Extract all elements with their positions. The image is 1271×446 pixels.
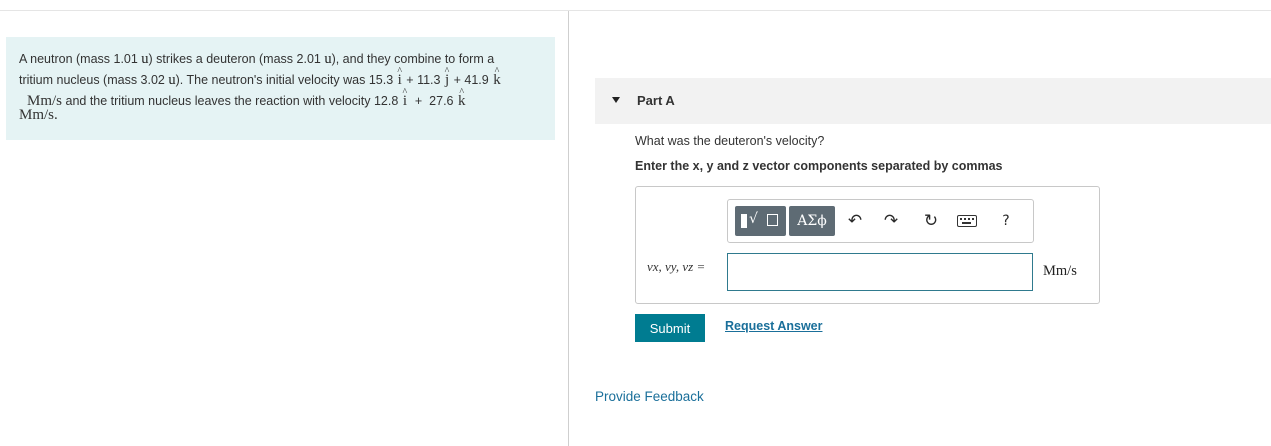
mass-unit: u <box>168 72 176 88</box>
part-a-header[interactable]: Part A <box>595 78 1271 124</box>
unit-vector-k: k <box>492 70 502 91</box>
sqrt-glyph: √ <box>749 211 758 227</box>
instruction-text: Enter the x, y and z vector components s… <box>635 159 1003 173</box>
variable-label: vx, vy, vz = <box>647 259 705 275</box>
greek-symbols-button[interactable]: ΑΣϕ <box>789 206 835 236</box>
keyboard-icon[interactable] <box>957 215 977 227</box>
answer-unit: Mm/s <box>1043 263 1077 279</box>
box-glyph <box>767 214 778 226</box>
problem-line-1: A neutron (mass 1.01 u) strikes a deuter… <box>19 49 543 70</box>
redo-icon[interactable]: ↷ <box>880 210 902 232</box>
templates-button[interactable]: √ <box>735 206 786 236</box>
help-button[interactable]: ? <box>995 210 1017 232</box>
problem-text: ) strikes a deuteron (mass 2.01 <box>148 52 325 66</box>
undo-icon[interactable]: ↶ <box>844 210 866 232</box>
problem-text: A neutron (mass 1.01 <box>19 52 142 66</box>
collapse-caret-icon[interactable] <box>612 97 620 103</box>
problem-line-3: Mm/s and the tritium nucleus leaves the … <box>19 91 543 112</box>
part-title: Part A <box>637 93 675 108</box>
mass-unit: u <box>141 51 149 67</box>
problem-statement: A neutron (mass 1.01 u) strikes a deuter… <box>6 37 555 140</box>
problem-text: ), and they combine to form a <box>331 52 495 66</box>
velocity-unit: Mm/s. <box>19 107 58 123</box>
variable-label-text: vx, vy, vz = <box>647 259 706 274</box>
unit-vector-k: k <box>457 91 467 112</box>
unit-vector-i: i <box>402 91 408 112</box>
question-text: What was the deuteron's velocity? <box>635 134 825 148</box>
reset-icon[interactable]: ↻ <box>920 210 942 232</box>
velocity-component: + 11.3 <box>402 73 444 87</box>
answer-box: √ ΑΣϕ ↶ ↷ ↻ ? vx, vy, vz = Mm/s <box>635 186 1100 304</box>
unit-vector-j: j <box>444 70 450 91</box>
submit-button[interactable]: Submit <box>635 314 705 342</box>
problem-text: ). The neutron's initial velocity was <box>175 73 369 87</box>
velocity-component: + 27.6 <box>407 94 457 108</box>
mass-unit: u <box>324 51 332 67</box>
column-divider <box>568 11 569 446</box>
velocity-component: + 41.9 <box>450 73 493 87</box>
request-answer-link[interactable]: Request Answer <box>725 319 822 333</box>
provide-feedback-link[interactable]: Provide Feedback <box>595 389 704 404</box>
top-divider <box>0 10 1271 11</box>
problem-text: and the tritium nucleus leaves the react… <box>62 94 374 108</box>
problem-text: tritium nucleus (mass 3.02 <box>19 73 169 87</box>
radical-template-icon <box>741 214 747 228</box>
math-toolbar: √ ΑΣϕ ↶ ↷ ↻ ? <box>727 199 1034 243</box>
problem-line-2: tritium nucleus (mass 3.02 u). The neutr… <box>19 70 543 91</box>
velocity-component: 15.3 <box>368 73 394 87</box>
velocity-component: 12.8 <box>373 94 399 108</box>
answer-input[interactable] <box>727 253 1033 291</box>
